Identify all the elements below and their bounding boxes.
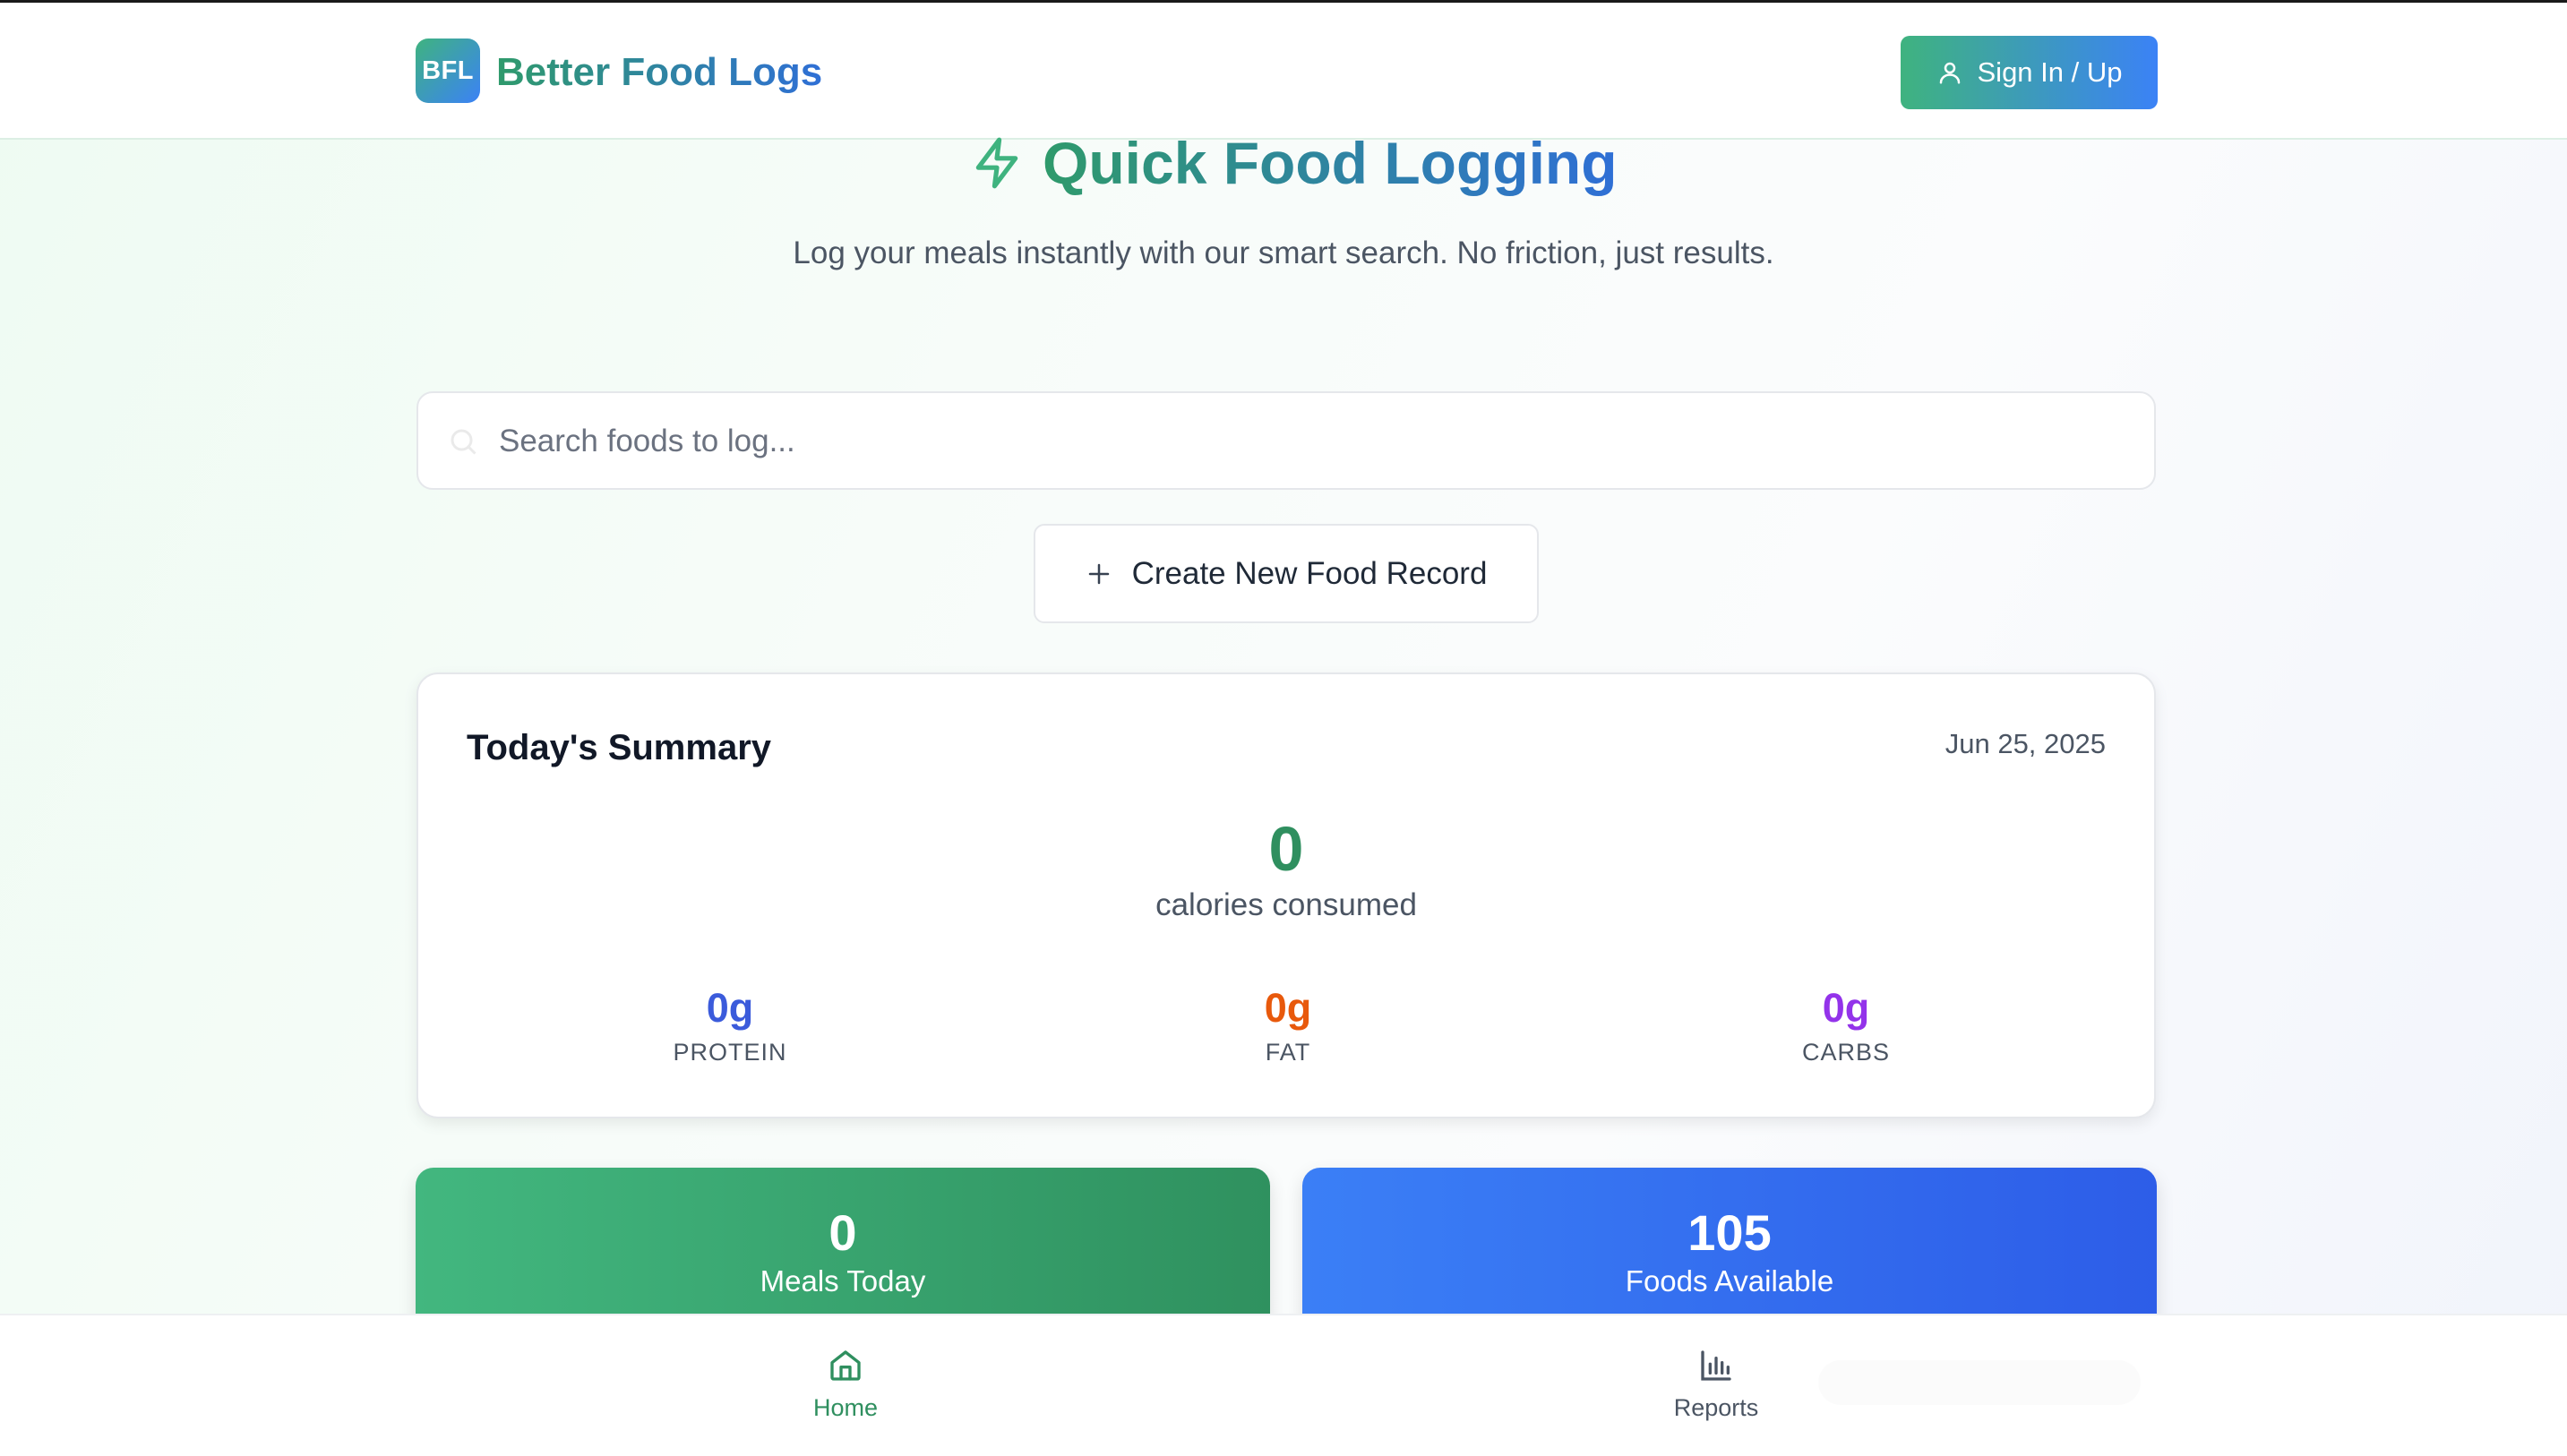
carbs-value: 0g <box>1822 985 1870 1031</box>
calories-value: 0 <box>1268 814 1304 884</box>
nav-home[interactable]: Home <box>756 1348 935 1422</box>
foods-available-label: Foods Available <box>1625 1264 1834 1298</box>
fat-label: FAT <box>1265 1039 1311 1066</box>
summary-title: Today's Summary <box>467 728 771 767</box>
user-icon <box>1939 62 1960 84</box>
search-box[interactable] <box>416 391 2156 490</box>
search-icon <box>451 429 476 455</box>
lightning-icon <box>975 137 1018 189</box>
fat-value: 0g <box>1264 985 1312 1031</box>
meals-today-label: Meals Today <box>760 1264 926 1298</box>
carbs-stat: 0g CARBS <box>1667 983 2025 1066</box>
meals-today-card: 0 Meals Today <box>416 1168 1270 1324</box>
todays-summary-card: Today's Summary Jun 25, 2025 0 calories … <box>416 672 2156 1118</box>
brand-name[interactable]: Better Food Logs <box>496 46 822 99</box>
calories-label: calories consumed <box>1155 887 1417 922</box>
faint-overlay <box>1818 1360 2141 1405</box>
search-input[interactable] <box>497 393 2113 490</box>
protein-label: PROTEIN <box>673 1039 787 1066</box>
create-food-record-button[interactable]: Create New Food Record <box>1034 524 1539 623</box>
carbs-label: CARBS <box>1801 1039 1891 1066</box>
foods-available-card: 105 Foods Available <box>1302 1168 2157 1324</box>
fat-stat: 0g FAT <box>1109 983 1467 1066</box>
nav-reports-label: Reports <box>1673 1394 1759 1421</box>
bottom-nav: Home Reports <box>0 1314 2567 1456</box>
protein-value: 0g <box>706 985 754 1031</box>
sign-in-label: Sign In / Up <box>1977 56 2123 88</box>
sign-in-button[interactable]: Sign In / Up <box>1901 36 2158 109</box>
nav-reports[interactable]: Reports <box>1627 1348 1806 1422</box>
foods-available-value: 105 <box>1687 1204 1772 1261</box>
bar-chart-icon <box>1701 1350 1731 1381</box>
page-title: Quick Food Logging <box>969 125 1618 201</box>
home-icon <box>830 1350 861 1381</box>
plus-icon <box>1088 563 1109 584</box>
nav-home-label: Home <box>812 1394 879 1421</box>
page-title-text: Quick Food Logging <box>1043 125 1618 201</box>
create-food-record-label: Create New Food Record <box>1131 555 1488 591</box>
summary-date: Jun 25, 2025 <box>1945 728 2106 759</box>
meals-today-value: 0 <box>828 1204 857 1261</box>
protein-stat: 0g PROTEIN <box>551 983 909 1066</box>
page-subtitle: Log your meals instantly with our smart … <box>793 236 1774 270</box>
top-header: BFL Better Food Logs Sign In / Up <box>0 3 2567 140</box>
logo-badge[interactable]: BFL <box>416 39 480 103</box>
